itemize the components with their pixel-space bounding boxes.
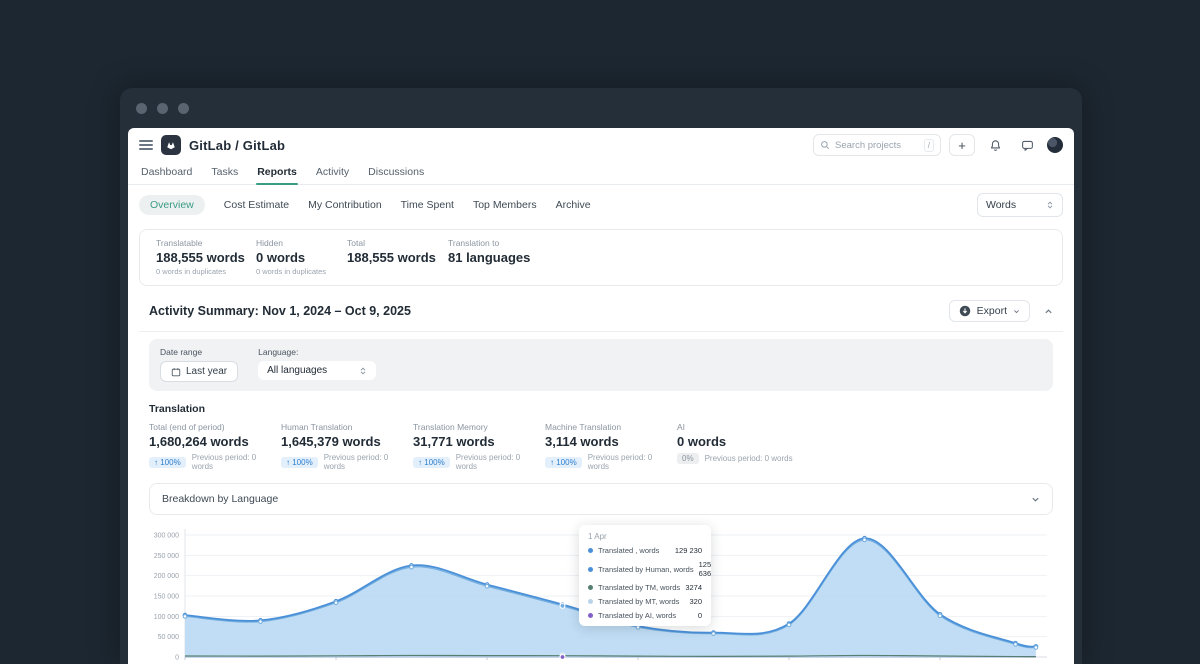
trend-badge: ↑ 100% [149, 457, 186, 468]
date-range-button[interactable]: Last year [160, 361, 238, 382]
svg-text:250 000: 250 000 [154, 553, 179, 560]
search-input[interactable] [835, 140, 919, 151]
activity-summary-title: Activity Summary: Nov 1, 2024 – Oct 9, 2… [149, 304, 411, 318]
messages-chat-icon[interactable] [1015, 134, 1039, 156]
collapse-panel-chevron[interactable] [1044, 307, 1053, 316]
stat-machine-translation: Machine Translation 3,114 words ↑ 100%Pr… [545, 422, 677, 471]
stat-human-translation: Human Translation 1,645,379 words ↑ 100%… [281, 422, 413, 471]
add-project-button[interactable]: + [949, 134, 975, 156]
svg-text:100 000: 100 000 [154, 614, 179, 621]
user-avatar[interactable] [1047, 137, 1063, 153]
unit-select[interactable]: Words [977, 193, 1063, 217]
tooltip-row: Translated by Human, words125 636 [588, 560, 702, 578]
download-icon [959, 305, 971, 317]
svg-text:300 000: 300 000 [154, 533, 179, 540]
search-icon [820, 140, 830, 150]
summary-total: Total 188,555 words [347, 238, 448, 276]
tooltip-date: 1 Apr [588, 532, 702, 541]
unit-select-value: Words [986, 199, 1016, 211]
stat-ai: AI 0 words 0%Previous period: 0 words [677, 422, 801, 471]
activity-chart-area[interactable]: 300 000 250 000 200 000 150 000 100 000 50 00… [149, 521, 1053, 664]
page-title: GitLab / GitLab [189, 138, 285, 153]
app-surface: GitLab / GitLab / + [128, 128, 1074, 664]
tab-discussions[interactable]: Discussions [367, 163, 425, 184]
tab-dashboard[interactable]: Dashboard [140, 163, 193, 184]
report-subtabs: Overview Cost Estimate My Contribution T… [128, 185, 1074, 223]
trend-badge: ↑ 100% [281, 457, 318, 468]
tooltip-row: Translated by TM, words3274 [588, 583, 702, 592]
series-dot [588, 548, 593, 553]
subtab-archive[interactable]: Archive [556, 199, 591, 211]
search-box[interactable]: / [813, 134, 941, 156]
series-dot [588, 567, 593, 572]
svg-text:200 000: 200 000 [154, 573, 179, 580]
summary-translation-to: Translation to 81 languages [448, 238, 540, 276]
app-header: GitLab / GitLab / + [128, 128, 1074, 158]
export-button[interactable]: Export [949, 300, 1030, 322]
language-filter: Language: All languages [258, 347, 376, 382]
svg-text:50 000: 50 000 [158, 634, 180, 641]
stat-translation-memory: Translation Memory 31,771 words ↑ 100%Pr… [413, 422, 545, 471]
chevron-down-icon [1031, 495, 1040, 504]
project-words-summary: Translatable 188,555 words 0 words in du… [139, 229, 1063, 286]
translation-stats-row: Total (end of period) 1,680,264 words ↑ … [139, 422, 1063, 471]
browser-window: GitLab / GitLab / + [120, 88, 1082, 664]
language-select[interactable]: All languages [258, 361, 376, 380]
calendar-icon [171, 367, 181, 377]
summary-hidden: Hidden 0 words 0 words in duplicates [256, 238, 347, 276]
project-logo-icon [165, 139, 177, 151]
chart-tooltip: 1 Apr Translated , words129 230 Translat… [579, 525, 711, 626]
svg-text:150 000: 150 000 [154, 594, 179, 601]
series-dot [588, 599, 593, 604]
subtab-overview[interactable]: Overview [139, 195, 205, 215]
subtab-my-contribution[interactable]: My Contribution [308, 199, 382, 211]
series-dot [588, 585, 593, 590]
trend-badge: 0% [677, 453, 699, 464]
date-range-filter: Date range Last year [160, 347, 238, 382]
series-dot [588, 613, 593, 618]
window-close-button[interactable] [136, 103, 147, 114]
breakdown-title: Breakdown by Language [162, 493, 278, 505]
tab-reports[interactable]: Reports [256, 163, 298, 184]
tab-activity[interactable]: Activity [315, 163, 350, 184]
stat-total-end-of-period: Total (end of period) 1,680,264 words ↑ … [149, 422, 281, 471]
breakdown-by-language-toggle[interactable]: Breakdown by Language [149, 483, 1053, 515]
tooltip-row: Translated by AI, words0 [588, 611, 702, 620]
divider [139, 331, 1063, 332]
hamburger-menu-icon[interactable] [139, 140, 153, 150]
trend-badge: ↑ 100% [413, 457, 450, 468]
subtab-top-members[interactable]: Top Members [473, 199, 537, 211]
window-maximize-button[interactable] [178, 103, 189, 114]
tab-tasks[interactable]: Tasks [210, 163, 239, 184]
summary-translatable: Translatable 188,555 words 0 words in du… [156, 238, 256, 276]
subtab-time-spent[interactable]: Time Spent [401, 199, 454, 211]
notifications-bell-icon[interactable] [983, 134, 1007, 156]
chevron-up-icon [1044, 307, 1053, 316]
chevron-down-icon [1013, 308, 1020, 315]
window-minimize-button[interactable] [157, 103, 168, 114]
subtab-cost-estimate[interactable]: Cost Estimate [224, 199, 289, 211]
svg-text:0: 0 [175, 655, 179, 662]
chevron-updown-icon [359, 367, 367, 375]
project-nav-tabs: Dashboard Tasks Reports Activity Discuss… [128, 158, 1074, 185]
project-avatar [161, 135, 181, 155]
activity-filters: Date range Last year Language: All langu… [149, 339, 1053, 391]
tooltip-row: Translated by MT, words320 [588, 597, 702, 606]
tooltip-row: Translated , words129 230 [588, 546, 702, 555]
window-chrome [120, 88, 1082, 128]
trend-badge: ↑ 100% [545, 457, 582, 468]
translation-section-heading: Translation [149, 403, 1053, 415]
chevron-updown-icon [1046, 201, 1054, 209]
search-shortcut-hint: / [924, 139, 934, 152]
